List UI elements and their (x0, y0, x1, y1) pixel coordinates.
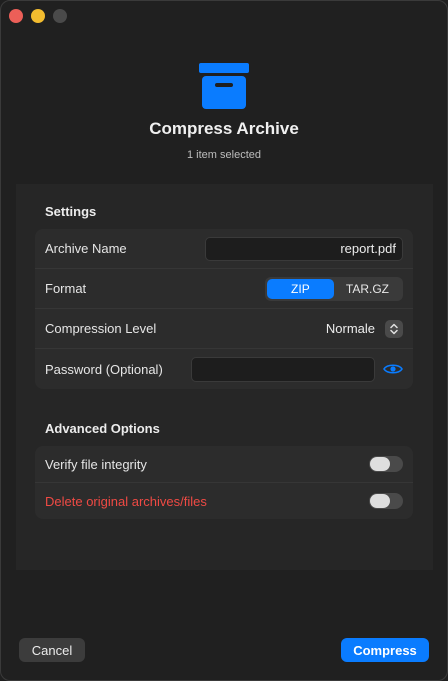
settings-group: Archive Name report.pdf Format ZIP TAR.G… (35, 229, 413, 389)
verify-row: Verify file integrity (35, 446, 413, 483)
archive-box-icon (199, 63, 249, 109)
delete-original-row: Delete original archives/files (35, 483, 413, 519)
password-label: Password (Optional) (45, 361, 163, 377)
format-label: Format (45, 281, 87, 296)
settings-section-title: Settings (45, 204, 97, 219)
verify-label: Verify file integrity (45, 456, 147, 472)
advanced-section-title: Advanced Options (45, 421, 160, 436)
cancel-button[interactable]: Cancel (19, 638, 85, 662)
format-option-zip[interactable]: ZIP (266, 278, 334, 299)
verify-toggle[interactable] (369, 456, 403, 472)
password-input[interactable] (191, 356, 375, 382)
dialog-title: Compress Archive (149, 119, 299, 138)
delete-original-label: Delete original archives/files (45, 493, 207, 509)
delete-original-toggle[interactable] (369, 493, 403, 509)
compression-level-popup[interactable]: Normale (325, 319, 403, 338)
compression-level-row: Compression Level Normale (35, 309, 413, 349)
format-option-targz[interactable]: TAR.GZ (334, 279, 401, 299)
advanced-group: Verify file integrity Delete original ar… (35, 446, 413, 519)
minimize-window-button[interactable] (31, 9, 45, 23)
password-row: Password (Optional) (35, 349, 413, 389)
format-row: Format ZIP TAR.GZ (35, 269, 413, 309)
archive-name-input[interactable]: report.pdf (205, 236, 403, 261)
eye-icon[interactable] (383, 362, 403, 376)
compress-button[interactable]: Compress (341, 638, 429, 662)
zoom-window-button[interactable] (53, 9, 67, 23)
toggle-knob (370, 494, 390, 508)
compress-archive-window: Compress Archive 1 item selected Setting… (0, 0, 448, 681)
options-panel: Settings Archive Name report.pdf Format … (16, 184, 433, 570)
archive-name-row: Archive Name report.pdf (35, 229, 413, 269)
toggle-knob (370, 457, 390, 471)
chevron-up-down-icon (385, 319, 403, 338)
compression-level-label: Compression Level (45, 321, 157, 336)
compression-level-value: Normale (325, 321, 375, 336)
format-segmented-control: ZIP TAR.GZ (264, 276, 403, 301)
archive-name-label: Archive Name (45, 241, 127, 256)
window-controls (9, 9, 67, 23)
selection-count: 1 item selected (187, 149, 261, 161)
close-window-button[interactable] (9, 9, 23, 23)
